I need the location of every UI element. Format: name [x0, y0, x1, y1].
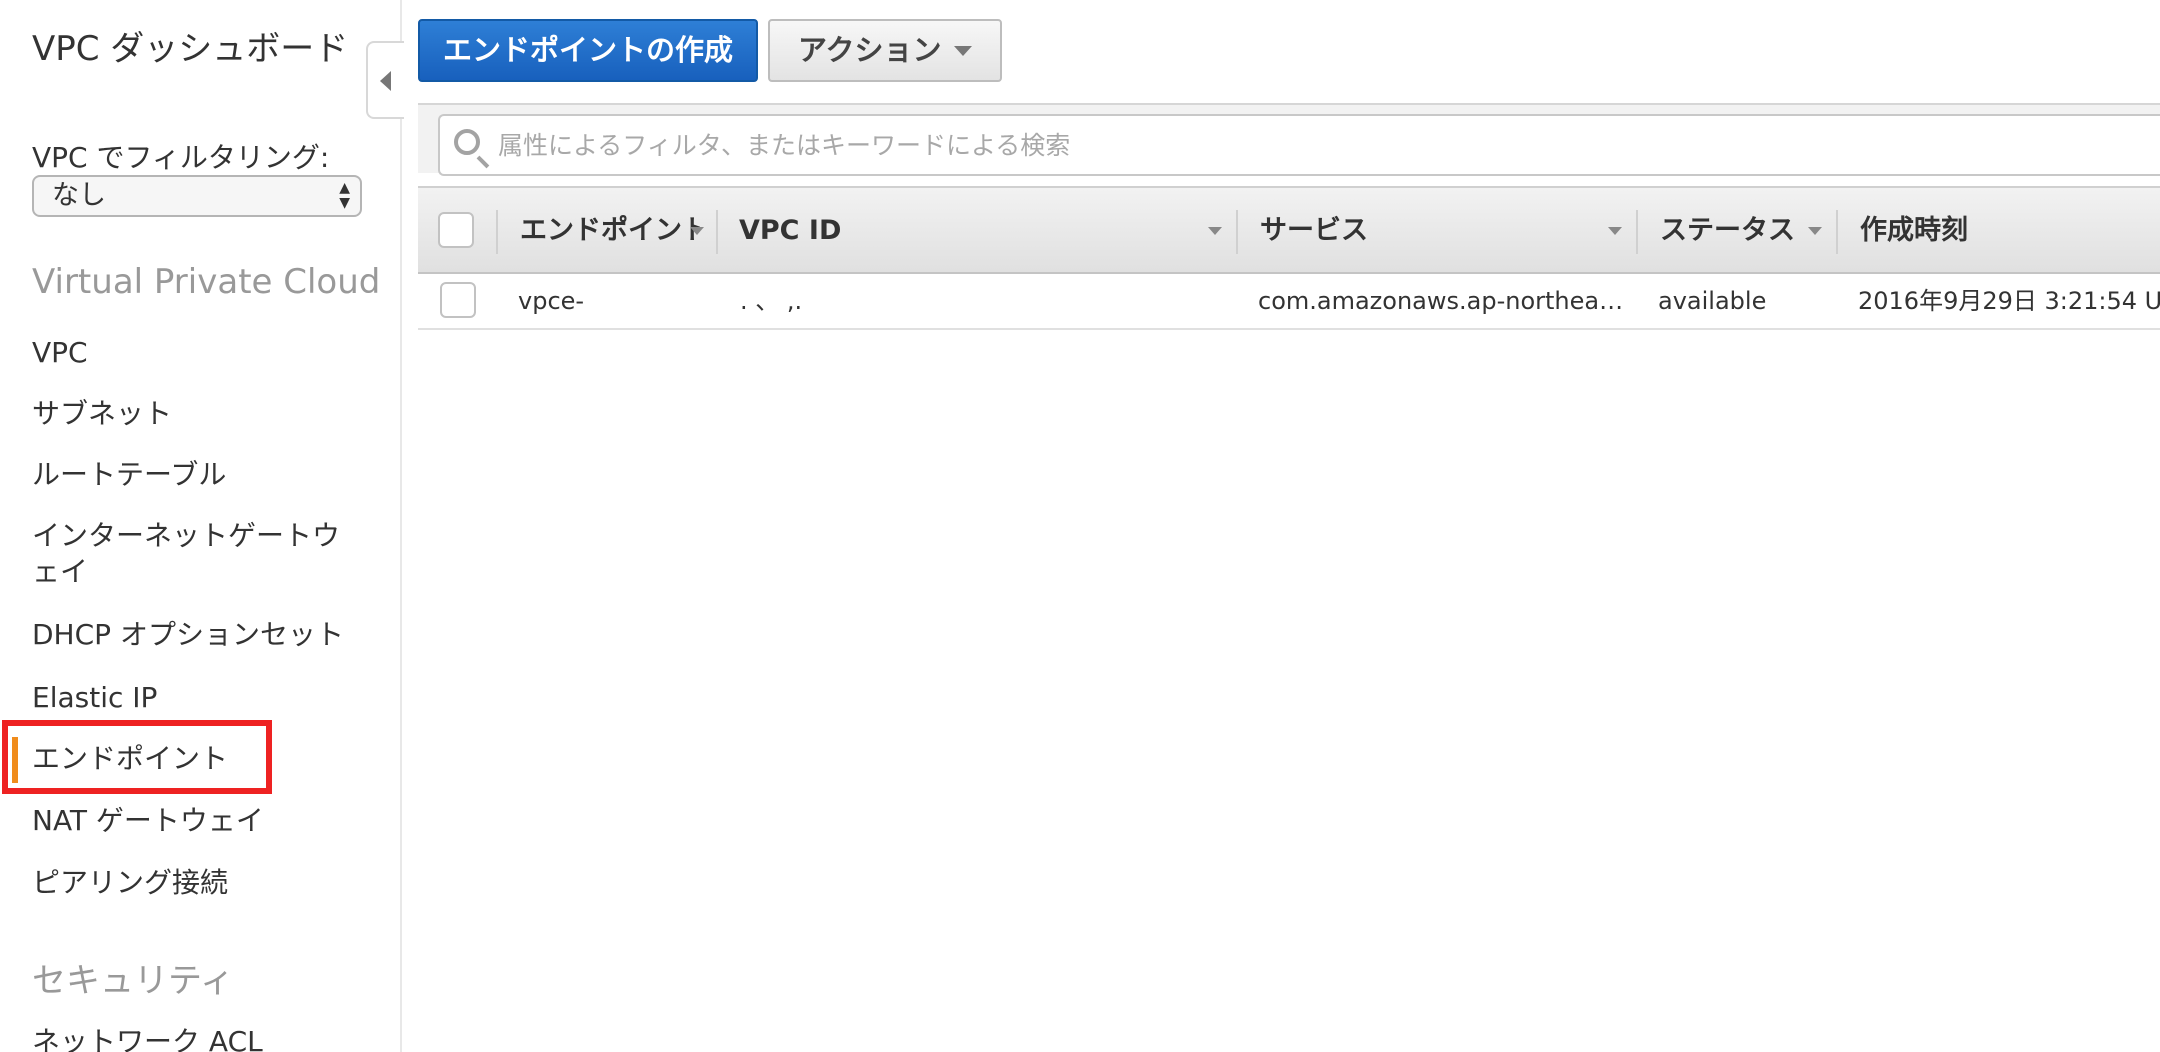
- vpc-filter-value: なし: [52, 180, 106, 211]
- vpc-filter-select[interactable]: なし ▲ ▼: [32, 175, 362, 217]
- sidebar-item-dhcp-options[interactable]: DHCP オプションセット: [32, 617, 362, 653]
- column-separator: [1836, 210, 1838, 254]
- actions-label: アクション: [798, 33, 942, 67]
- column-separator: [496, 210, 498, 254]
- cell-endpoint: vpce-: [518, 287, 585, 315]
- cell-service: com.amazonaws.ap-northea…: [1258, 287, 1624, 315]
- sort-caret-icon[interactable]: [1208, 227, 1222, 235]
- chevron-down-icon: [954, 46, 972, 56]
- cell-status: available: [1658, 287, 1767, 315]
- select-all-checkbox[interactable]: [438, 212, 474, 248]
- column-separator: [1636, 210, 1638, 254]
- row-checkbox[interactable]: [440, 282, 476, 318]
- cell-created: 2016年9月29日 3:21:54 U: [1858, 287, 2160, 315]
- sidebar-collapse-button[interactable]: [366, 41, 404, 119]
- column-separator: [1236, 210, 1238, 254]
- section-heading-security: セキュリティ: [32, 961, 234, 1001]
- sidebar-item-route-tables[interactable]: ルートテーブル: [32, 457, 362, 493]
- column-header-service[interactable]: サービス: [1260, 188, 1560, 274]
- sidebar-item-elastic-ip[interactable]: Elastic IP: [32, 680, 362, 716]
- column-header-created[interactable]: 作成時刻: [1860, 188, 2140, 274]
- create-endpoint-button[interactable]: エンドポイントの作成: [418, 19, 758, 82]
- sort-caret-icon[interactable]: [1608, 227, 1622, 235]
- vpc-filter-label: VPC でフィルタリング:: [32, 141, 330, 174]
- sidebar-item-network-acls[interactable]: ネットワーク ACL: [32, 1024, 362, 1052]
- table-header: エンドポイント VPC ID サービス ステータス 作成時刻: [418, 186, 2160, 274]
- sidebar-item-subnets[interactable]: サブネット: [32, 396, 362, 432]
- sidebar-title[interactable]: VPC ダッシュボード: [32, 26, 362, 72]
- actions-dropdown-button[interactable]: アクション: [768, 19, 1002, 82]
- sidebar: VPC ダッシュボード VPC でフィルタリング: なし ▲ ▼ Virtual …: [0, 0, 402, 1052]
- sort-caret-icon[interactable]: [690, 227, 704, 235]
- table-row[interactable]: vpce- . 、 ,. com.amazonaws.ap-northea… a…: [418, 274, 2160, 330]
- sidebar-item-vpc[interactable]: VPC: [32, 335, 362, 371]
- sidebar-item-peering-connections[interactable]: ピアリング接続: [32, 865, 362, 901]
- sidebar-item-nat-gateways[interactable]: NAT ゲートウェイ: [32, 803, 362, 839]
- column-header-vpc-id[interactable]: VPC ID: [739, 188, 1059, 274]
- cell-vpc-id: . 、 ,.: [740, 287, 803, 315]
- select-arrows-icon: ▲ ▼: [339, 180, 350, 211]
- column-separator: [716, 210, 718, 254]
- column-header-endpoint[interactable]: エンドポイント: [520, 188, 700, 274]
- search-box[interactable]: [438, 114, 2160, 176]
- highlight-box: [2, 720, 272, 794]
- search-icon: [454, 129, 480, 155]
- sort-caret-icon[interactable]: [1808, 227, 1822, 235]
- sidebar-item-internet-gateways[interactable]: インターネットゲートウェイ: [32, 518, 362, 590]
- search-input[interactable]: [498, 116, 2138, 174]
- section-heading-vpc: Virtual Private Cloud: [32, 262, 381, 302]
- collapse-left-icon: [380, 71, 391, 91]
